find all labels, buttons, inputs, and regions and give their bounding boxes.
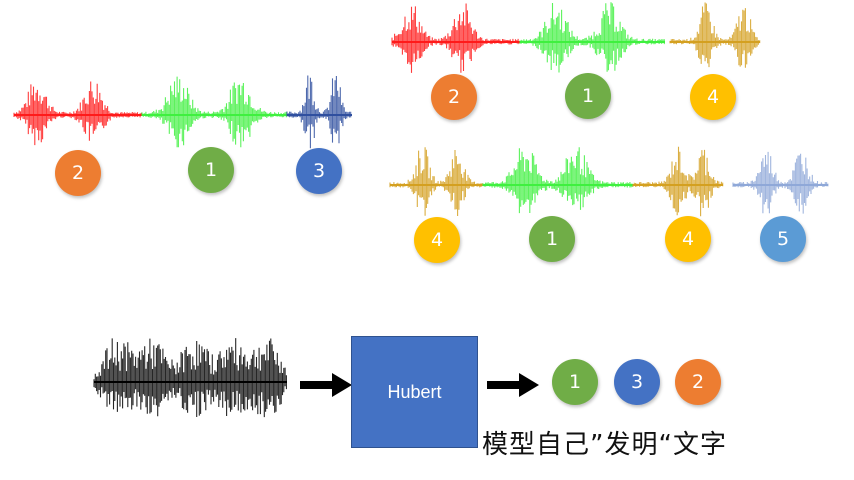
unit-badge: 3 xyxy=(296,148,342,194)
unit-badge: 4 xyxy=(665,216,711,262)
caption: 模型自己”发明“文字 xyxy=(482,430,727,460)
unit-badge: 2 xyxy=(431,74,477,120)
arrow-to-units xyxy=(487,373,539,397)
hubert-label: Hubert xyxy=(387,381,442,402)
unit-badge: 1 xyxy=(188,147,234,193)
hubert-model-box: Hubert xyxy=(351,336,478,448)
unit-badge: 4 xyxy=(414,217,460,263)
unit-badge: 5 xyxy=(760,216,806,262)
input-audio-waveform xyxy=(93,338,287,418)
unit-badge: 2 xyxy=(55,150,101,196)
output-unit-badge: 3 xyxy=(614,359,660,405)
unit-badge: 1 xyxy=(565,73,611,119)
arrow-to-model xyxy=(300,373,352,397)
waveform-group-3 xyxy=(389,146,829,217)
unit-badge: 1 xyxy=(529,216,575,262)
output-unit-badge: 1 xyxy=(552,359,598,405)
unit-badge: 4 xyxy=(690,74,736,120)
output-unit-badge: 2 xyxy=(675,359,721,405)
